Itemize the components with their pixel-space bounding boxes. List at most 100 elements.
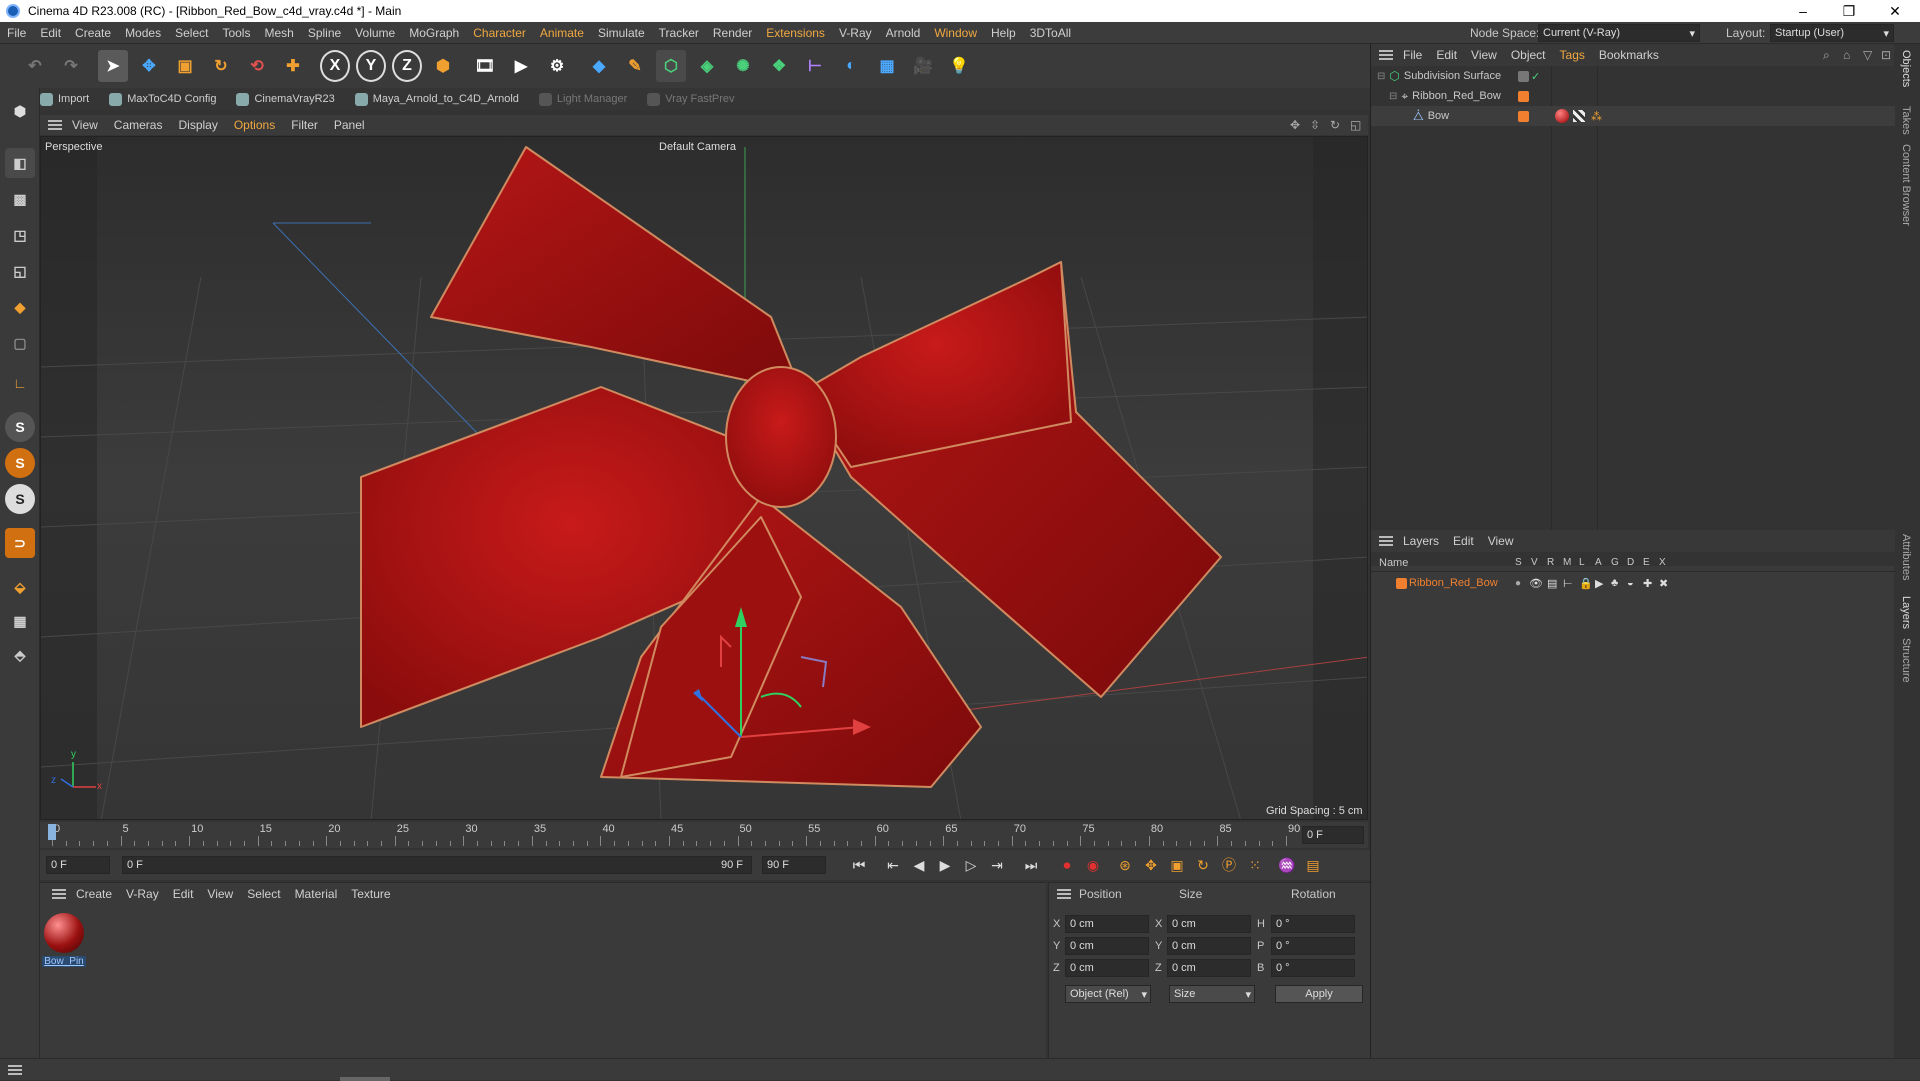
position-z-field[interactable]: 0 cm xyxy=(1065,959,1149,977)
size-y-field[interactable]: 0 cm xyxy=(1167,937,1251,955)
keyframe-selection-icon[interactable]: ⊛ xyxy=(1112,853,1138,877)
layer-row-ribbon[interactable]: Ribbon_Red_Bow ● 👁 ▤ ⊢ 🔒 ▶ ♣ ◒ ✚ ✖ xyxy=(1371,574,1895,592)
solo-off-icon[interactable]: S xyxy=(5,484,35,514)
menu-tracker[interactable]: Tracker xyxy=(652,26,706,40)
import-plugin-button[interactable]: Import xyxy=(40,92,89,106)
viewport-menu-filter[interactable]: Filter xyxy=(291,118,318,132)
viewport-menu-view[interactable]: View xyxy=(72,118,98,132)
menu-mograph[interactable]: MoGraph xyxy=(402,26,466,40)
object-menu-bookmarks[interactable]: Bookmarks xyxy=(1599,48,1659,62)
hamburger-icon[interactable] xyxy=(1379,536,1393,546)
object-row-bow[interactable]: ⧊ Bow ⁂ xyxy=(1371,106,1895,126)
viewport-rotate-icon[interactable]: ↻ xyxy=(1330,118,1340,132)
key-position-icon[interactable]: ✥ xyxy=(1138,853,1164,877)
render-view-icon[interactable]: 🎞 xyxy=(470,50,500,82)
menu-tools[interactable]: Tools xyxy=(215,26,257,40)
texture-mode-icon[interactable]: ▩ xyxy=(5,184,35,214)
close-button[interactable]: ✕ xyxy=(1872,0,1918,22)
material-tag-icon[interactable] xyxy=(1555,109,1569,123)
layer-menu-view[interactable]: View xyxy=(1488,534,1514,548)
previous-frame-icon[interactable]: ◀ xyxy=(906,853,932,877)
menu-file[interactable]: File xyxy=(0,26,33,40)
scale-tool-icon[interactable]: ▣ xyxy=(170,50,200,82)
menu-render[interactable]: Render xyxy=(706,26,759,40)
viewport-move-icon[interactable]: ✥ xyxy=(1290,118,1300,132)
select-tool-icon[interactable]: ➤ xyxy=(98,50,128,82)
side-tab-content-browser[interactable]: Content Browser xyxy=(1900,144,1912,226)
play-icon[interactable]: ▶ xyxy=(932,853,958,877)
viewport-maximize-icon[interactable]: ◱ xyxy=(1350,118,1361,132)
layout-dropdown[interactable]: Startup (User) ▾ xyxy=(1770,24,1894,42)
menu-arnold[interactable]: Arnold xyxy=(879,26,928,40)
material-menu-vray[interactable]: V-Ray xyxy=(126,887,159,901)
filter-icon[interactable]: ▽ xyxy=(1863,48,1872,62)
object-row-subdivision[interactable]: ⊟ ⬡ Subdivision Surface ✓ xyxy=(1371,66,1895,86)
z-axis-lock-icon[interactable]: Z xyxy=(392,50,422,82)
expression-icon[interactable]: ✚ xyxy=(1643,577,1652,590)
menu-extensions[interactable]: Extensions xyxy=(759,26,832,40)
expand-icon[interactable]: ⊟ xyxy=(1377,71,1385,82)
record-keys-icon[interactable]: ⏺ xyxy=(1054,853,1080,877)
y-axis-lock-icon[interactable]: Y xyxy=(356,50,386,82)
menu-edit[interactable]: Edit xyxy=(33,26,68,40)
solo-dot-icon[interactable]: ● xyxy=(1515,578,1521,589)
side-tab-takes[interactable]: Takes xyxy=(1900,106,1912,135)
playhead-marker[interactable] xyxy=(48,824,56,840)
menu-animate[interactable]: Animate xyxy=(533,26,591,40)
mograph-cloner-icon[interactable]: ✺ xyxy=(728,50,758,82)
uv-mode-icon[interactable]: ▢ xyxy=(5,328,35,358)
cinemavrayr23-button[interactable]: CinemaVrayR23 xyxy=(236,92,335,106)
menu-vray[interactable]: V-Ray xyxy=(832,26,879,40)
viewport-menu-options[interactable]: Options xyxy=(234,118,275,132)
size-x-field[interactable]: 0 cm xyxy=(1167,915,1251,933)
material-menu-view[interactable]: View xyxy=(207,887,233,901)
make-editable-icon[interactable]: ⬢ xyxy=(5,96,35,126)
timeline-ruler[interactable]: 0 5 10 15 20 25 30 35 40 45 50 55 60 65 70 75 80 85 90 0 F xyxy=(40,822,1368,848)
key-parameter-icon[interactable]: Ⓟ xyxy=(1216,853,1242,877)
undo-icon[interactable]: ↶ xyxy=(20,50,50,82)
material-menu-material[interactable]: Material xyxy=(295,887,338,901)
3d-viewport[interactable]: Perspective Default Camera Grid Spacing … xyxy=(40,136,1368,820)
next-key-icon[interactable]: ⇥ xyxy=(984,853,1010,877)
workplane-icon[interactable]: ⬙ xyxy=(5,572,35,602)
material-menu-select[interactable]: Select xyxy=(247,887,280,901)
object-menu-tags[interactable]: Tags xyxy=(1560,48,1585,62)
snap-magnet-icon[interactable]: ⊃ xyxy=(5,528,35,558)
expand-icon[interactable]: ⊟ xyxy=(1389,91,1397,102)
hamburger-icon[interactable] xyxy=(8,1065,22,1075)
bend-deformer-icon[interactable]: ⊢ xyxy=(800,50,830,82)
timeline-window-icon[interactable]: ▤ xyxy=(1300,853,1326,877)
object-row-ribbon[interactable]: ⊟ ⌖ Ribbon_Red_Bow xyxy=(1371,86,1895,106)
previous-key-icon[interactable]: ⇤ xyxy=(880,853,906,877)
viewport-menu-display[interactable]: Display xyxy=(178,118,217,132)
menu-modes[interactable]: Modes xyxy=(118,26,168,40)
menu-simulate[interactable]: Simulate xyxy=(591,26,652,40)
material-menu-create[interactable]: Create xyxy=(76,887,112,901)
object-menu-file[interactable]: File xyxy=(1403,48,1422,62)
autokey-icon[interactable]: ◉ xyxy=(1080,853,1106,877)
eye-icon[interactable]: 👁 xyxy=(1529,577,1543,590)
field-icon[interactable]: ◐ xyxy=(836,50,866,82)
floor-icon[interactable]: ▦ xyxy=(872,50,902,82)
go-to-start-icon[interactable]: ⏮ xyxy=(846,853,872,877)
side-tab-attributes[interactable]: Attributes xyxy=(1900,534,1912,580)
rotation-h-field[interactable]: 0 ° xyxy=(1271,915,1355,933)
generator-icon[interactable]: ♣ xyxy=(1611,577,1618,589)
object-menu-object[interactable]: Object xyxy=(1511,48,1546,62)
hamburger-icon[interactable] xyxy=(1379,50,1393,60)
material-menu-edit[interactable]: Edit xyxy=(173,887,194,901)
menu-spline[interactable]: Spline xyxy=(301,26,348,40)
light-manager-button[interactable]: Light Manager xyxy=(538,92,627,106)
render-picture-viewer-icon[interactable]: ▶ xyxy=(506,50,536,82)
size-mode-dropdown[interactable]: Size ▾ xyxy=(1169,985,1255,1003)
frame-range-slider[interactable]: 0 F 90 F xyxy=(122,856,752,874)
object-menu-view[interactable]: View xyxy=(1471,48,1497,62)
material-menu-texture[interactable]: Texture xyxy=(351,887,390,901)
menu-3dtoall[interactable]: 3DToAll xyxy=(1023,26,1078,40)
deformer-icon[interactable]: ◒ xyxy=(1627,577,1634,589)
node-space-dropdown[interactable]: Current (V-Ray) ▾ xyxy=(1538,24,1700,42)
maya-arnold-button[interactable]: Maya_Arnold_to_C4D_Arnold xyxy=(354,92,519,106)
layer-menu-layers[interactable]: Layers xyxy=(1403,534,1439,548)
menu-mesh[interactable]: Mesh xyxy=(257,26,300,40)
status-scroll-handle[interactable] xyxy=(340,1077,390,1081)
